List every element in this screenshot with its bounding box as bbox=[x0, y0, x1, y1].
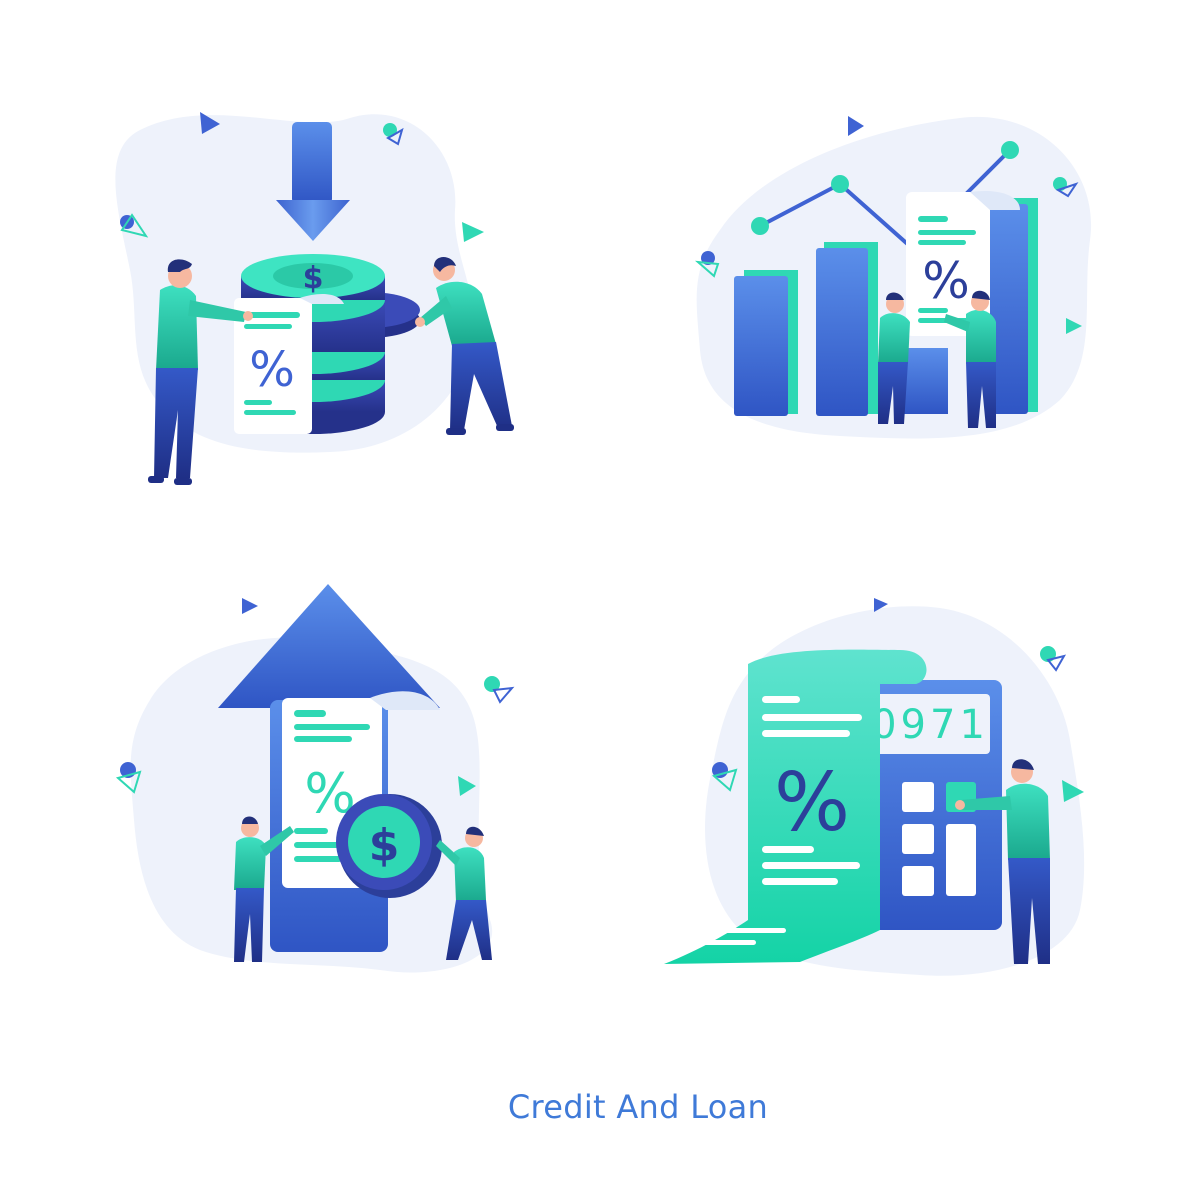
dollar-sign: $ bbox=[369, 820, 400, 871]
dollar-sign: $ bbox=[303, 261, 324, 296]
illustration-sheet: $ % % % $ 0971 % bbox=[115, 112, 1092, 976]
percent-sign: % bbox=[249, 342, 295, 398]
panel-bar-growth: % bbox=[694, 116, 1092, 439]
panel-rising-arrow: % $ bbox=[115, 584, 515, 973]
panel-interest-coins: $ % bbox=[115, 112, 514, 485]
percent-sign: % bbox=[922, 252, 970, 310]
calculator-display: 0971 bbox=[871, 702, 989, 748]
triangle-shape bbox=[242, 598, 258, 614]
page-title: Credit And Loan bbox=[507, 1088, 769, 1126]
triangle-outline-shape bbox=[492, 686, 515, 704]
panel-calculator: 0971 % bbox=[664, 598, 1085, 976]
triangle-shape bbox=[848, 116, 864, 136]
triangle-shape bbox=[462, 222, 484, 242]
percent-sign: % bbox=[774, 756, 850, 849]
